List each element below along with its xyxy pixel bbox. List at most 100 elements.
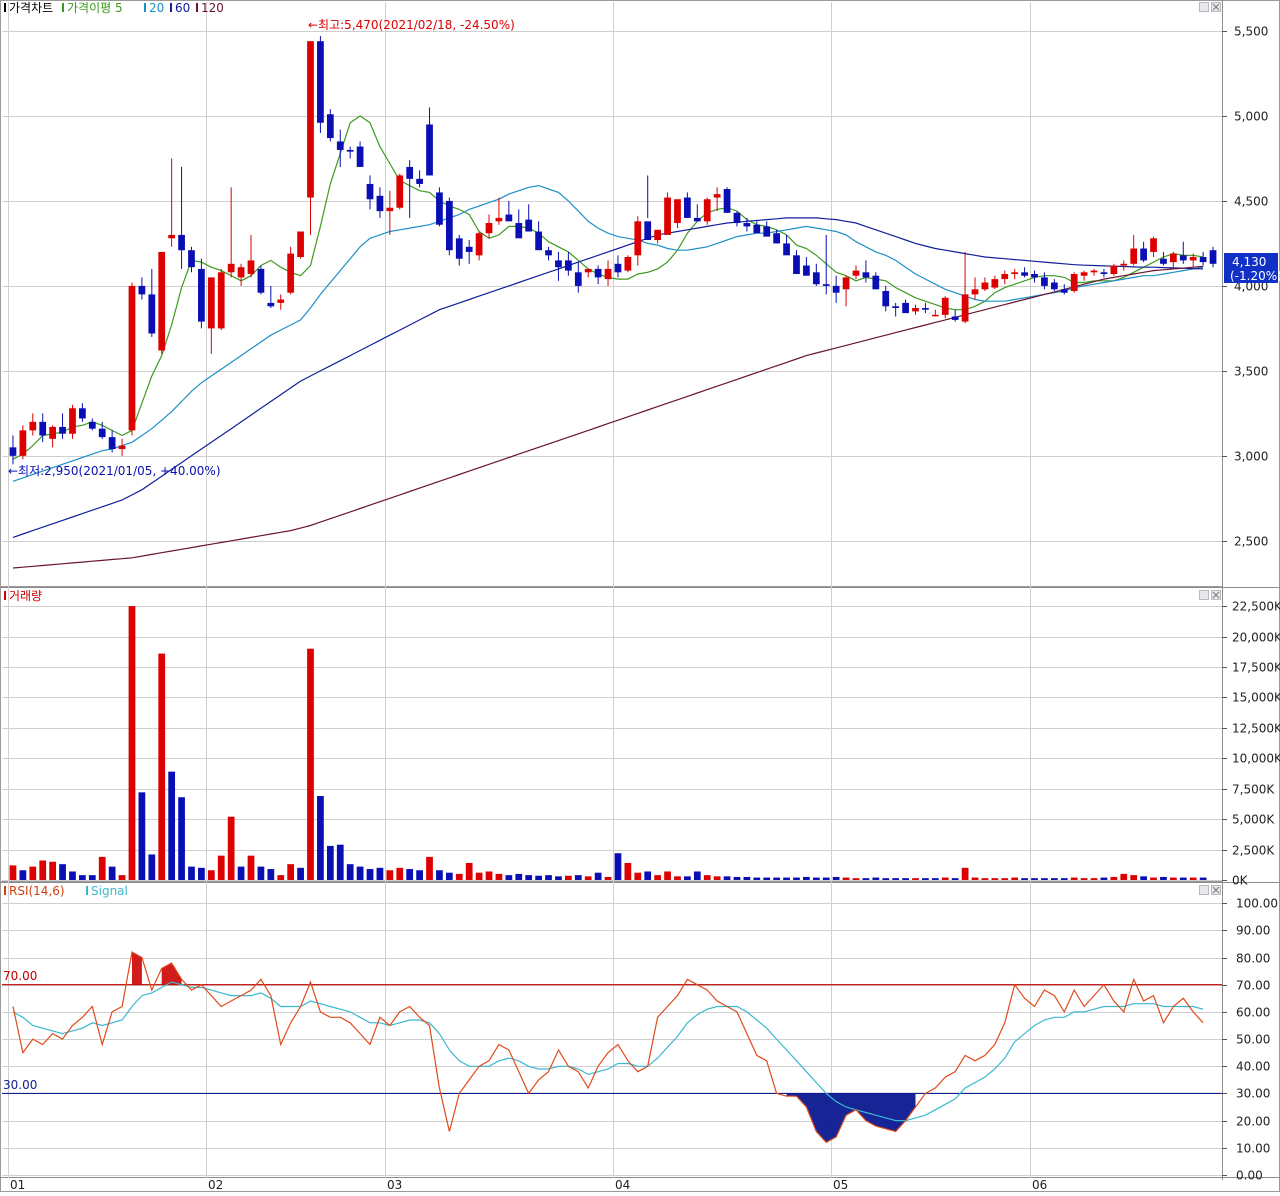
candle-body[interactable] (931, 314, 939, 317)
volume-bar[interactable] (1060, 878, 1068, 880)
legend-label[interactable]: RSI(14,6) (9, 884, 65, 898)
volume-bar[interactable] (1120, 873, 1128, 880)
candle-body[interactable] (961, 294, 969, 322)
volume-bar[interactable] (634, 872, 642, 880)
candle-body[interactable] (1070, 274, 1078, 292)
candle-body[interactable] (574, 272, 582, 286)
volume-bar[interactable] (485, 871, 493, 880)
volume-bar[interactable] (495, 873, 503, 880)
candle-body[interactable] (227, 263, 235, 273)
candle-body[interactable] (79, 408, 86, 419)
volume-bar[interactable] (951, 878, 959, 880)
volume-bar[interactable] (1140, 876, 1147, 880)
volume-bar[interactable] (1169, 877, 1177, 880)
candle-body[interactable] (545, 250, 552, 256)
volume-bar[interactable] (247, 855, 255, 880)
volume-bar[interactable] (763, 877, 771, 880)
volume-bar[interactable] (723, 876, 731, 880)
candle-body[interactable] (317, 41, 324, 123)
volume-bar[interactable] (624, 862, 632, 880)
volume-bar[interactable] (1080, 878, 1088, 880)
candle-body[interactable] (297, 231, 304, 258)
volume-bar[interactable] (1041, 878, 1048, 880)
candle-body[interactable] (525, 219, 533, 232)
candle-body[interactable] (168, 234, 176, 239)
legend-label[interactable]: 120 (201, 1, 224, 15)
volume-bar[interactable] (832, 876, 840, 880)
volume-bar[interactable] (118, 875, 126, 880)
volume-bar[interactable] (307, 648, 314, 880)
volume-bar[interactable] (941, 877, 949, 880)
volume-bar[interactable] (227, 816, 235, 880)
volume-bar[interactable] (872, 877, 880, 880)
candle-body[interactable] (902, 302, 909, 314)
candle-body[interactable] (1199, 257, 1207, 263)
volume-bar[interactable] (207, 870, 215, 880)
legend-label[interactable]: 거래량 (9, 589, 42, 603)
volume-bar[interactable] (346, 864, 354, 880)
volume-bar[interactable] (217, 855, 225, 880)
volume-bar[interactable] (326, 845, 334, 880)
volume-bar[interactable] (584, 876, 592, 880)
volume-bar[interactable] (1160, 876, 1167, 880)
legend-label[interactable]: 가격이평 5 (67, 1, 123, 15)
candle-body[interactable] (664, 197, 671, 235)
volume-bar[interactable] (317, 796, 324, 880)
candle-body[interactable] (1001, 274, 1009, 280)
volume-bar[interactable] (19, 870, 27, 880)
volume-bar[interactable] (475, 872, 483, 880)
volume-bar[interactable] (1031, 878, 1038, 880)
volume-bar[interactable] (693, 871, 701, 880)
legend-label[interactable]: Signal (91, 884, 128, 898)
candle-body[interactable] (366, 183, 374, 200)
volume-bar[interactable] (664, 871, 671, 880)
candle-body[interactable] (842, 277, 850, 290)
candle-body[interactable] (713, 194, 721, 198)
candle-body[interactable] (257, 268, 265, 293)
volume-bar[interactable] (9, 865, 17, 880)
volume-bar[interactable] (922, 878, 929, 880)
volume-bar[interactable] (535, 875, 542, 880)
candle-body[interactable] (49, 426, 57, 439)
candle-body[interactable] (1080, 272, 1088, 276)
candle-body[interactable] (426, 124, 433, 176)
volume-bar[interactable] (1189, 877, 1197, 880)
candle-body[interactable] (188, 250, 195, 268)
candle-body[interactable] (674, 199, 681, 224)
volume-bar[interactable] (1100, 877, 1108, 880)
price-panel[interactable]: 가격차트 가격이평 5 20 60 1205,5005,0004,5004,0003,5… (2, 1, 1268, 569)
volume-bar[interactable] (158, 653, 166, 880)
volume-bar[interactable] (396, 867, 404, 880)
candle-body[interactable] (584, 268, 592, 273)
volume-bar[interactable] (168, 771, 176, 880)
candle-body[interactable] (128, 285, 136, 431)
candle-body[interactable] (793, 255, 800, 275)
volume-bar[interactable] (1011, 877, 1019, 880)
candle-body[interactable] (277, 299, 285, 303)
volume-bar[interactable] (505, 875, 513, 880)
volume-bar[interactable] (773, 877, 781, 880)
volume-bar[interactable] (98, 856, 106, 880)
volume-bar[interactable] (515, 873, 523, 880)
volume-bar[interactable] (912, 878, 919, 880)
candle-body[interactable] (773, 233, 781, 244)
candle-body[interactable] (495, 217, 503, 222)
volume-bar[interactable] (445, 872, 453, 880)
volume-bar[interactable] (604, 876, 612, 880)
candle-body[interactable] (555, 260, 562, 268)
volume-bar[interactable] (644, 871, 652, 880)
candle-body[interactable] (882, 291, 890, 307)
volume-bar[interactable] (713, 876, 721, 880)
candle-body[interactable] (1021, 272, 1028, 276)
volume-bar[interactable] (79, 875, 86, 880)
volume-bar[interactable] (703, 875, 711, 880)
candle-body[interactable] (1130, 248, 1138, 264)
volume-bar[interactable] (257, 866, 265, 880)
volume-bar[interactable] (39, 860, 47, 880)
volume-bar[interactable] (1090, 878, 1098, 880)
volume-bar[interactable] (178, 797, 185, 880)
candle-body[interactable] (356, 146, 364, 167)
candle-body[interactable] (763, 226, 771, 237)
volume-bar[interactable] (455, 873, 463, 880)
volume-bar[interactable] (545, 875, 552, 880)
